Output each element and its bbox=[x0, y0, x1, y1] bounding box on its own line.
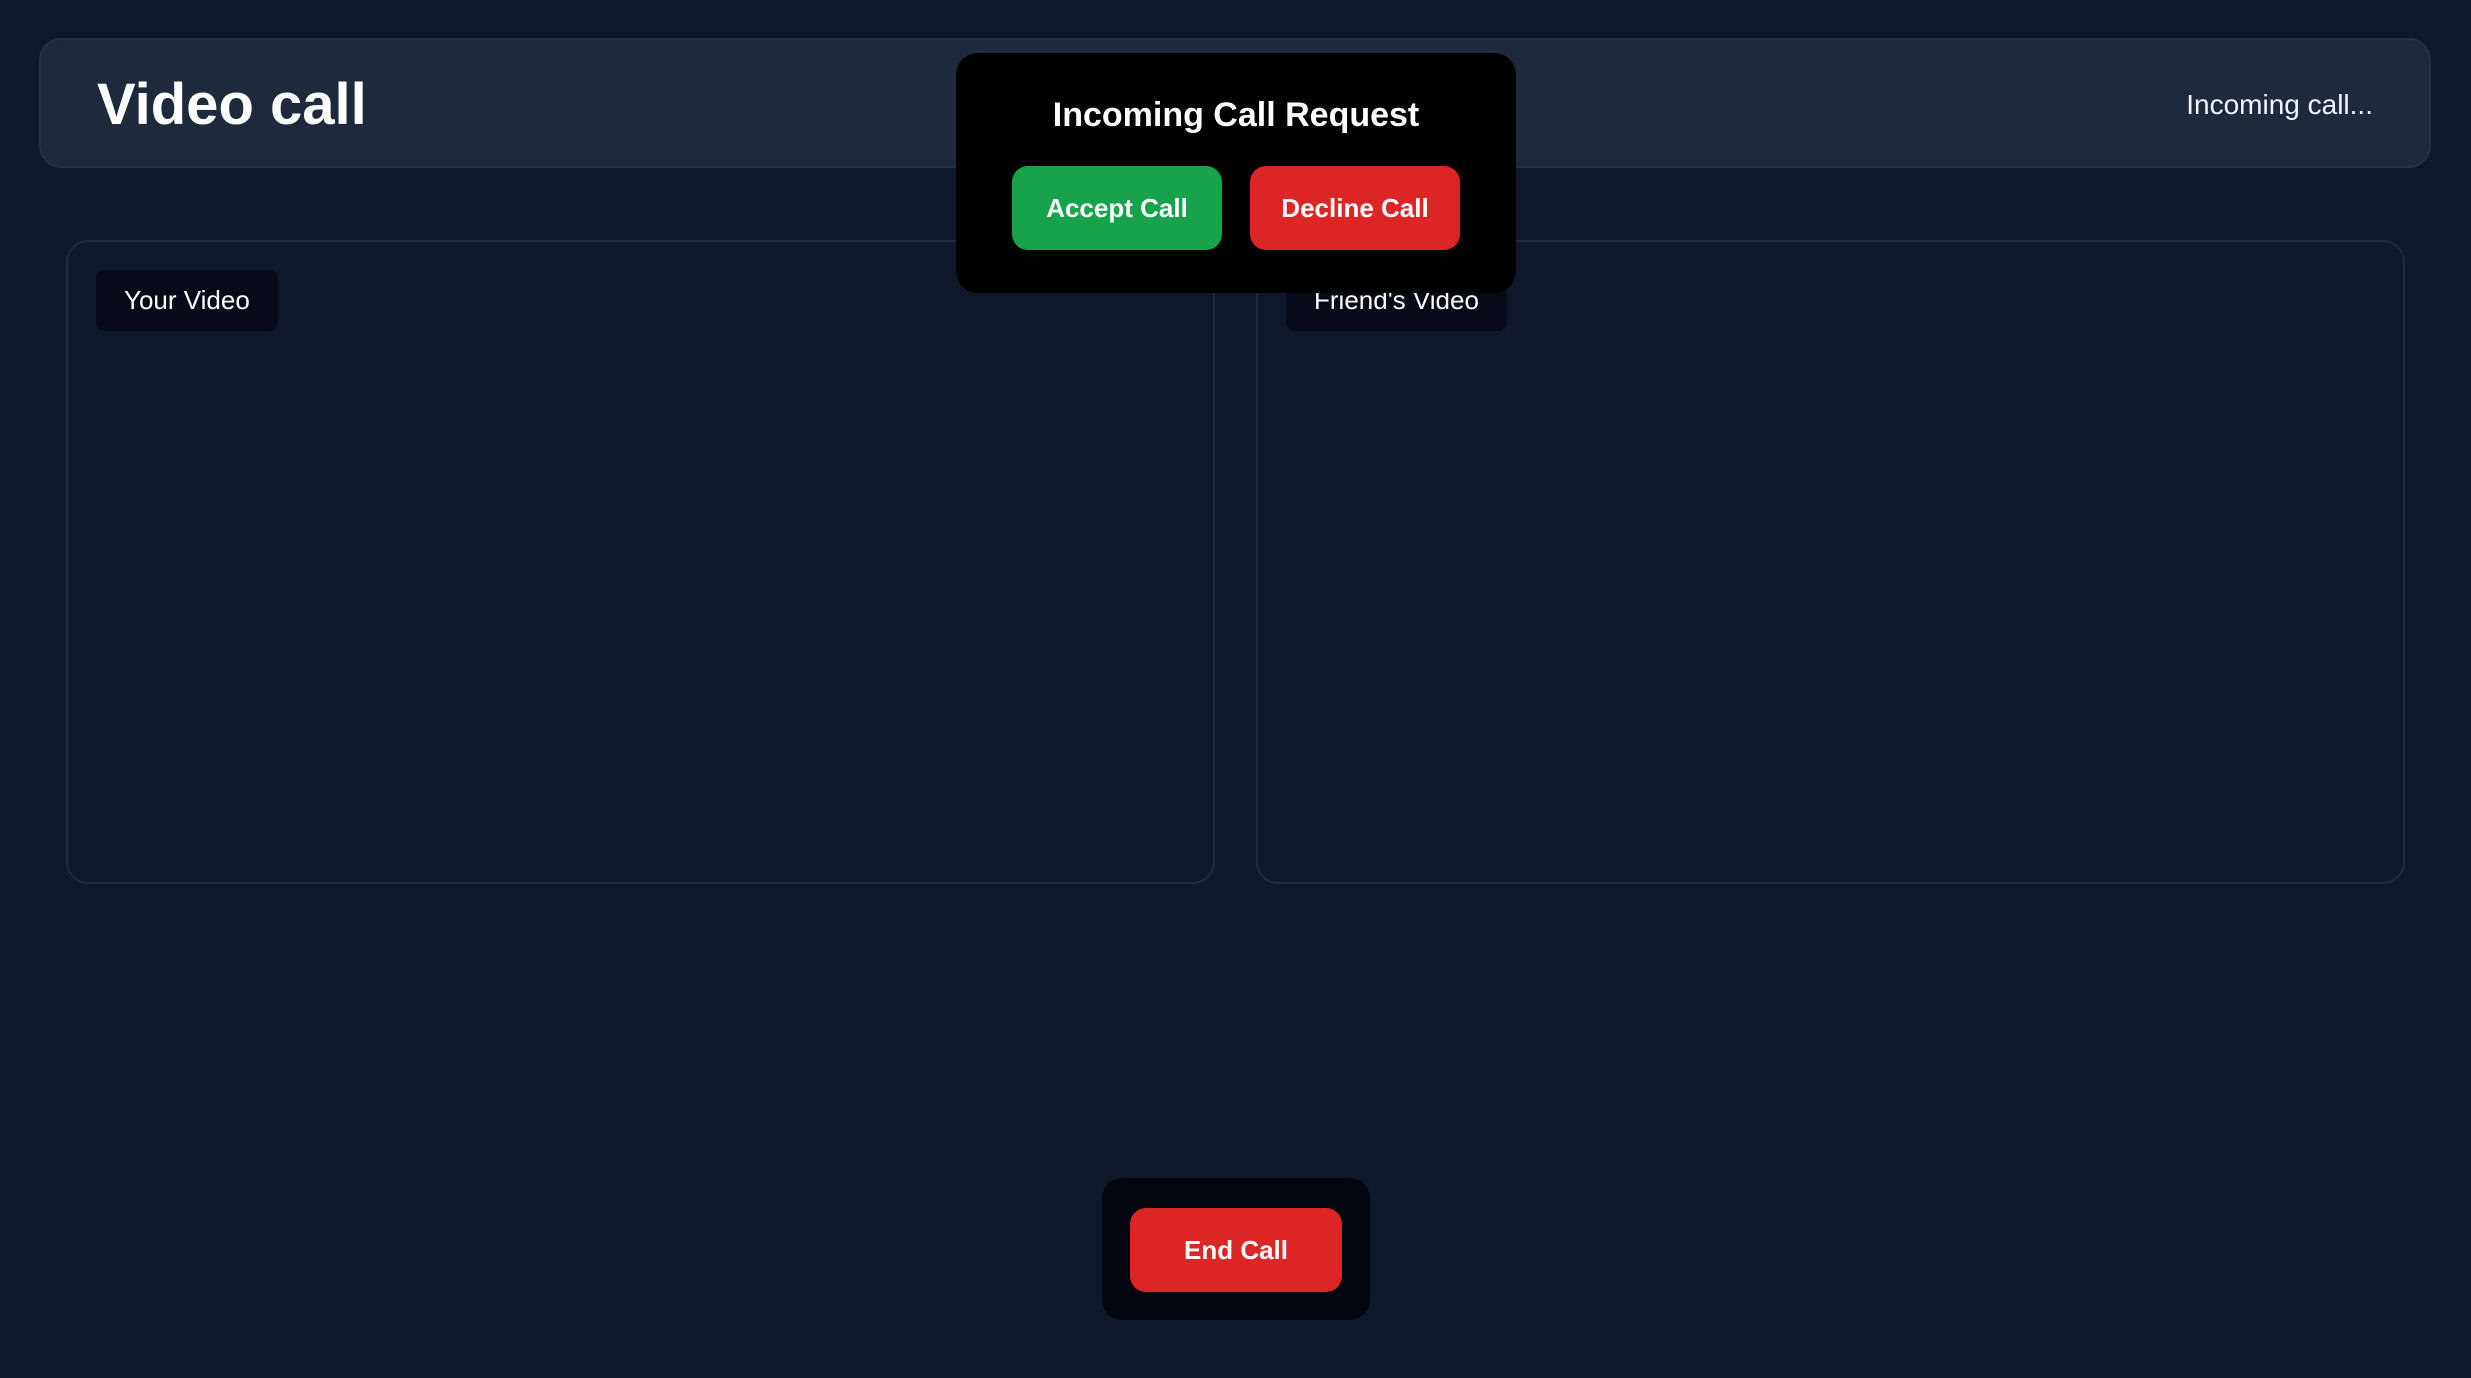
incoming-call-title: Incoming Call Request bbox=[1052, 96, 1420, 134]
call-controls-bar: End Call bbox=[1102, 1178, 1370, 1320]
decline-call-button[interactable]: Decline Call bbox=[1250, 166, 1460, 250]
remote-video-panel: Friend's Video bbox=[1256, 240, 2405, 884]
local-video-panel: Your Video bbox=[66, 240, 1215, 884]
incoming-call-modal: Incoming Call Request Accept Call Declin… bbox=[956, 53, 1516, 293]
accept-call-button[interactable]: Accept Call bbox=[1012, 166, 1222, 250]
call-status-text: Incoming call... bbox=[2186, 89, 2373, 120]
end-call-button[interactable]: End Call bbox=[1130, 1208, 1342, 1292]
page-title: Video call bbox=[97, 72, 367, 137]
local-video-label: Your Video bbox=[96, 270, 278, 331]
